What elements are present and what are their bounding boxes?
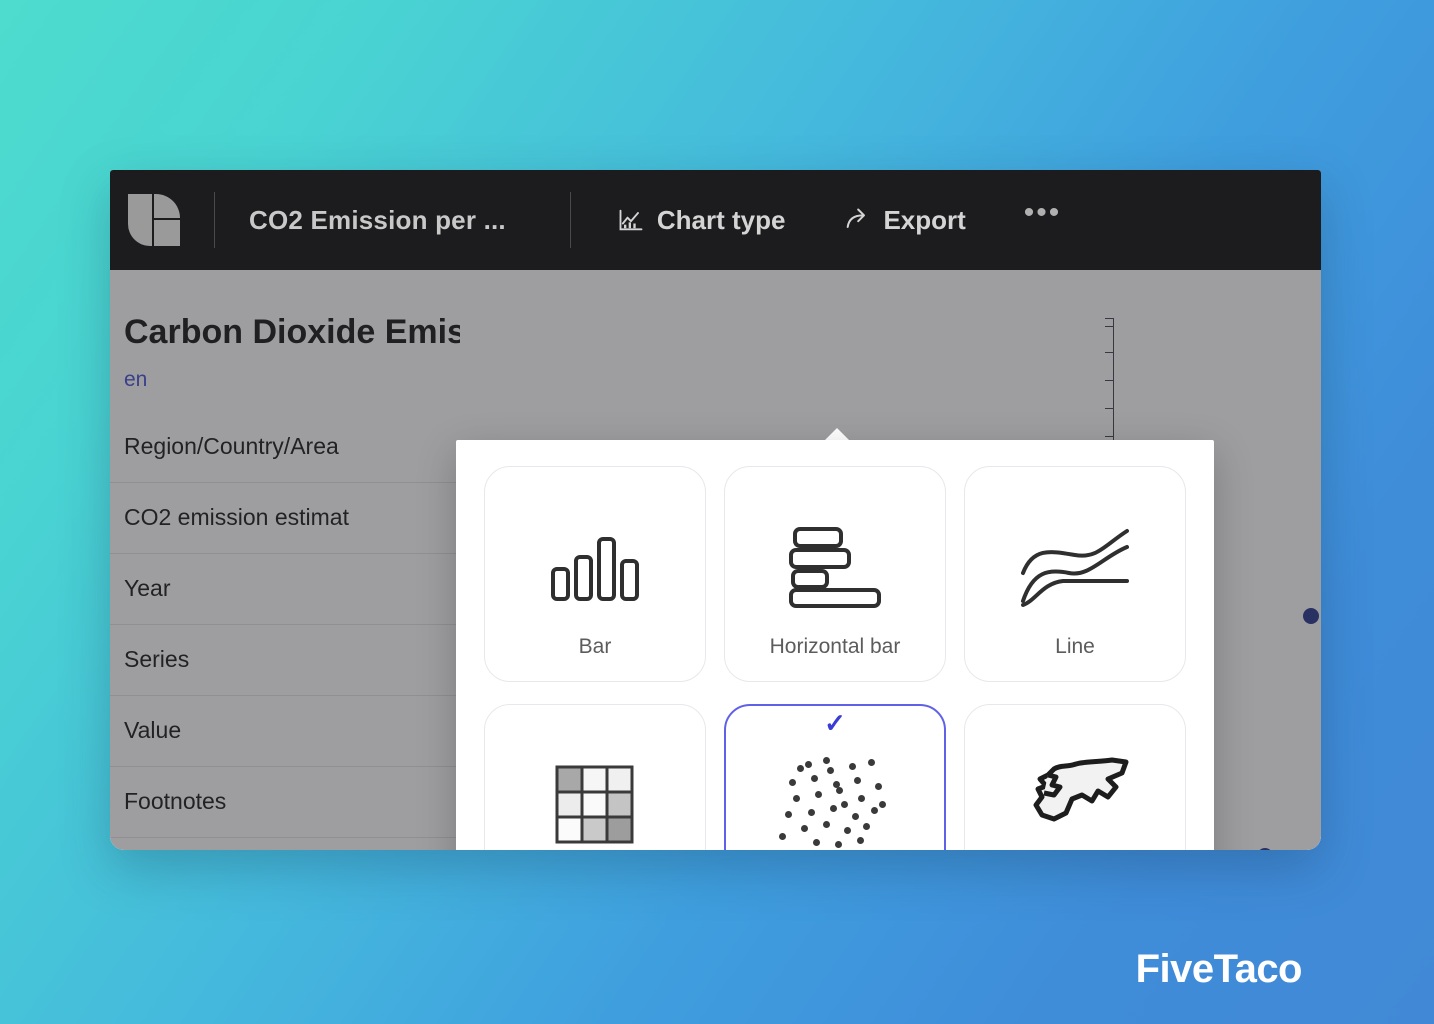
chart-type-modal: Bar Horizontal bar Line ✓: [456, 440, 1214, 850]
toolbar-divider-1: [214, 192, 215, 248]
heatmap-card-art: [485, 739, 705, 850]
toolbar-item-export[interactable]: Export: [843, 204, 966, 236]
chart-type-option-horizontal-bar-label: Horizontal bar: [769, 634, 901, 658]
page-title: Carbon Dioxide Emission Estimat: [124, 313, 460, 351]
chart-type-option-map-of-world-countries[interactable]: Map of world countries: [964, 704, 1186, 850]
document-title[interactable]: CO2 Emission per ...: [249, 205, 506, 236]
list-item[interactable]: Value: [110, 696, 460, 767]
world-map-icon: [1033, 757, 1129, 822]
map-card-art: [965, 739, 1185, 847]
toolbar-divider-2: [569, 192, 571, 248]
bar-card-art: [485, 501, 705, 634]
toolbar-item-chart-type[interactable]: Chart type: [617, 204, 786, 236]
chart-type-option-heatmap[interactable]: Heatmap: [484, 704, 706, 850]
toolbar-item-export-label: Export: [883, 204, 966, 235]
chart-type-option-horizontal-bar[interactable]: Horizontal bar: [724, 466, 946, 682]
horizontal-bar-chart-icon: [789, 527, 881, 609]
chart-type-icon: [619, 209, 643, 231]
toolbar: CO2 Emission per ... Chart type Export •…: [110, 170, 1321, 270]
scatter-plot-icon: [775, 757, 895, 850]
toolbar-item-chart-type-label: Chart type: [656, 204, 786, 235]
field-list: Region/Country/Area CO2 emission estimat…: [110, 412, 460, 838]
toolbar-overflow-button[interactable]: •••: [1024, 198, 1062, 234]
app-logo-icon[interactable]: [128, 194, 180, 246]
chart-type-option-bar-label: Bar: [578, 634, 612, 658]
export-icon: [847, 208, 866, 228]
line-chart-icon: [1021, 529, 1129, 608]
list-item[interactable]: Footnotes: [110, 767, 460, 838]
chart-type-option-map-of-world-countries-label: Map of world countries: [1015, 847, 1135, 850]
watermark: FiveTaco: [1135, 947, 1303, 991]
scatter-card-art: [726, 740, 944, 850]
app-window: CO2 Emission per ... Chart type Export •…: [110, 170, 1321, 850]
list-item[interactable]: Series: [110, 625, 460, 696]
horizontal-bar-card-art: [725, 501, 945, 634]
scatter-point[interactable]: [1257, 848, 1273, 850]
scatter-point[interactable]: [1303, 608, 1319, 624]
chart-type-option-line[interactable]: Line: [964, 466, 1186, 682]
list-item[interactable]: CO2 emission estimat: [110, 483, 460, 554]
chart-type-option-bar[interactable]: Bar: [484, 466, 706, 682]
chart-type-grid: Bar Horizontal bar Line ✓: [484, 466, 1186, 850]
data-panel: Carbon Dioxide Emission Estimat en Regio…: [110, 270, 460, 850]
selected-check-icon: ✓: [824, 708, 846, 738]
bar-chart-icon: [551, 537, 639, 602]
panel-source-link[interactable]: en: [110, 356, 460, 392]
list-item[interactable]: Region/Country/Area: [110, 412, 460, 483]
chart-type-option-line-label: Line: [1055, 634, 1095, 658]
line-card-art: [965, 501, 1185, 634]
chart-type-option-scatter-plot[interactable]: ✓: [724, 704, 946, 850]
list-item[interactable]: Year: [110, 554, 460, 625]
heatmap-icon: [555, 765, 634, 844]
